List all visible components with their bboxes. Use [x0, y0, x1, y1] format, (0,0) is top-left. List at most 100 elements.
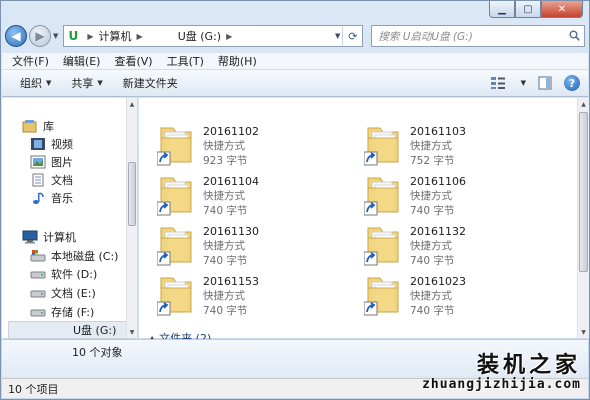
- documents-icon: [32, 173, 44, 187]
- folder-shortcut-icon: [157, 277, 192, 316]
- forward-arrow-icon: ▶: [35, 29, 45, 43]
- folder-shortcut-icon: [157, 177, 192, 216]
- change-view-button[interactable]: [489, 74, 507, 92]
- file-item[interactable]: 20161023 快捷方式 740 字节: [364, 272, 564, 320]
- watermark: 装机之家 zhuangjizhijia.com: [422, 347, 581, 392]
- address-bar[interactable]: U ▶ 计算机 ▶ U盘 (G:) ▶ ▼ ⟳: [63, 25, 364, 47]
- menu-tools[interactable]: 工具(T): [167, 53, 204, 69]
- sidebar-item-drive-g[interactable]: U盘 (G:): [8, 321, 132, 339]
- file-item[interactable]: 20161106 快捷方式 740 字节: [364, 172, 564, 220]
- breadcrumb-computer[interactable]: 计算机: [99, 28, 132, 44]
- minimize-button[interactable]: ▁: [489, 1, 515, 18]
- file-item[interactable]: 20161102 快捷方式 923 字节: [157, 122, 357, 170]
- breadcrumb-chevron-icon[interactable]: ▶: [137, 32, 143, 41]
- file-name: 20161104: [203, 175, 259, 188]
- menu-view[interactable]: 查看(V): [114, 53, 152, 69]
- search-icon[interactable]: [569, 30, 580, 41]
- back-arrow-icon: ◀: [11, 29, 21, 43]
- file-size: 740 字节: [203, 305, 248, 317]
- watermark-url: zhuangjizhijia.com: [422, 377, 581, 392]
- preview-pane-button[interactable]: [536, 74, 554, 92]
- new-folder-button[interactable]: 新建文件夹: [123, 75, 178, 91]
- file-type: 快捷方式: [203, 290, 245, 302]
- refresh-icon: ⟳: [348, 29, 358, 43]
- music-icon: [33, 192, 44, 204]
- scroll-down-icon[interactable]: ▼: [127, 326, 137, 338]
- sidebar-item-label: 音乐: [51, 192, 73, 205]
- refresh-button[interactable]: ⟳: [342, 26, 362, 46]
- search-input[interactable]: 搜索 U启动U盘 (G:): [371, 25, 585, 47]
- breadcrumb-chevron-icon[interactable]: ▶: [87, 32, 93, 41]
- folder-shortcut-icon: [364, 227, 399, 266]
- usb-drive-icon: U: [68, 29, 79, 43]
- file-type: 快捷方式: [410, 140, 452, 152]
- forward-button[interactable]: ▶: [29, 25, 51, 47]
- search-placeholder: 搜索 U启动U盘 (G:): [378, 30, 473, 43]
- file-size: 740 字节: [203, 255, 248, 267]
- file-type: 快捷方式: [203, 190, 245, 202]
- watermark-text: 装机之家: [476, 352, 581, 378]
- close-icon: ✕: [557, 3, 567, 15]
- sidebar-item-label: 存储 (F:): [51, 306, 95, 319]
- drive-icon: [30, 290, 46, 298]
- dropdown-arrow-icon: ▼: [46, 79, 52, 87]
- file-item[interactable]: 20161104 快捷方式 740 字节: [157, 172, 357, 220]
- sidebar-item-label: 计算机: [43, 231, 76, 244]
- sidebar-item-label: U盘 (G:): [73, 324, 117, 337]
- file-size: 740 字节: [410, 205, 455, 217]
- explorer-window: ▁ ▢ ✕ ◀ ▶ ▼ U ▶ 计算机 ▶ U盘 (G:) ▶ ▼ ⟳ 搜索 U…: [0, 0, 590, 400]
- status-item-count: 10 个项目: [8, 382, 59, 396]
- scrollbar-thumb[interactable]: [579, 112, 588, 272]
- file-type: 快捷方式: [203, 240, 245, 252]
- drive-icon: [30, 271, 46, 279]
- caption-buttons: ▁ ▢ ✕: [489, 1, 583, 18]
- organize-button[interactable]: 组织 ▼: [20, 75, 51, 91]
- file-name: 20161023: [410, 275, 466, 288]
- recent-pages-dropdown[interactable]: ▼: [53, 32, 58, 40]
- drive-icon: [30, 309, 46, 317]
- file-type: 快捷方式: [203, 140, 245, 152]
- sidebar-item-label: 软件 (D:): [51, 268, 98, 281]
- navigation-pane: 库 视频 图片 文档 音乐 计算机 本地磁盘 (C:) 软件 (D:) 文档 (…: [2, 98, 138, 339]
- navigation-scrollbar[interactable]: ▲ ▼: [126, 98, 137, 338]
- breadcrumb-drive[interactable]: U盘 (G:): [178, 28, 221, 44]
- scrollbar-thumb[interactable]: [128, 162, 136, 226]
- sidebar-item-label: 本地磁盘 (C:): [51, 250, 119, 263]
- new-folder-label: 新建文件夹: [122, 77, 178, 90]
- file-item[interactable]: 20161130 快捷方式 740 字节: [157, 222, 357, 270]
- minimize-icon: ▁: [498, 3, 506, 15]
- scroll-up-icon[interactable]: ▲: [578, 98, 589, 110]
- file-item[interactable]: 20161153 快捷方式 740 字节: [157, 272, 357, 320]
- file-item[interactable]: 20161103 快捷方式 752 字节: [364, 122, 564, 170]
- computer-icon: [22, 230, 38, 244]
- menu-file[interactable]: 文件(F): [12, 53, 49, 69]
- view-dropdown-icon[interactable]: ▼: [521, 79, 526, 87]
- file-size: 923 字节: [203, 155, 248, 167]
- folder-shortcut-icon: [157, 227, 192, 266]
- back-button[interactable]: ◀: [5, 25, 27, 47]
- file-size: 740 字节: [410, 305, 455, 317]
- breadcrumb-chevron-icon[interactable]: ▶: [226, 32, 232, 41]
- maximize-button[interactable]: ▢: [515, 1, 541, 18]
- address-dropdown-icon[interactable]: ▼: [335, 32, 340, 40]
- file-type: 快捷方式: [410, 290, 452, 302]
- pictures-icon: [30, 155, 46, 169]
- file-name: 20161102: [203, 125, 259, 138]
- content-scrollbar[interactable]: ▲ ▼: [577, 98, 589, 338]
- sidebar-item-label: 文档: [51, 174, 73, 187]
- file-name: 20161106: [410, 175, 466, 188]
- scroll-up-icon[interactable]: ▲: [127, 98, 137, 110]
- folder-shortcut-icon: [364, 177, 399, 216]
- menu-help[interactable]: 帮助(H): [218, 53, 257, 69]
- share-button[interactable]: 共享 ▼: [71, 75, 102, 91]
- folder-shortcut-icon: [364, 127, 399, 166]
- help-icon[interactable]: ?: [564, 75, 580, 91]
- scroll-down-icon[interactable]: ▼: [578, 326, 589, 338]
- file-name: 20161130: [203, 225, 259, 238]
- library-icon: [22, 120, 37, 133]
- sidebar-item-label: 图片: [51, 156, 73, 169]
- folder-shortcut-icon: [157, 127, 192, 166]
- file-item[interactable]: 20161132 快捷方式 740 字节: [364, 222, 564, 270]
- menu-edit[interactable]: 编辑(E): [63, 53, 101, 69]
- close-button[interactable]: ✕: [541, 1, 583, 18]
